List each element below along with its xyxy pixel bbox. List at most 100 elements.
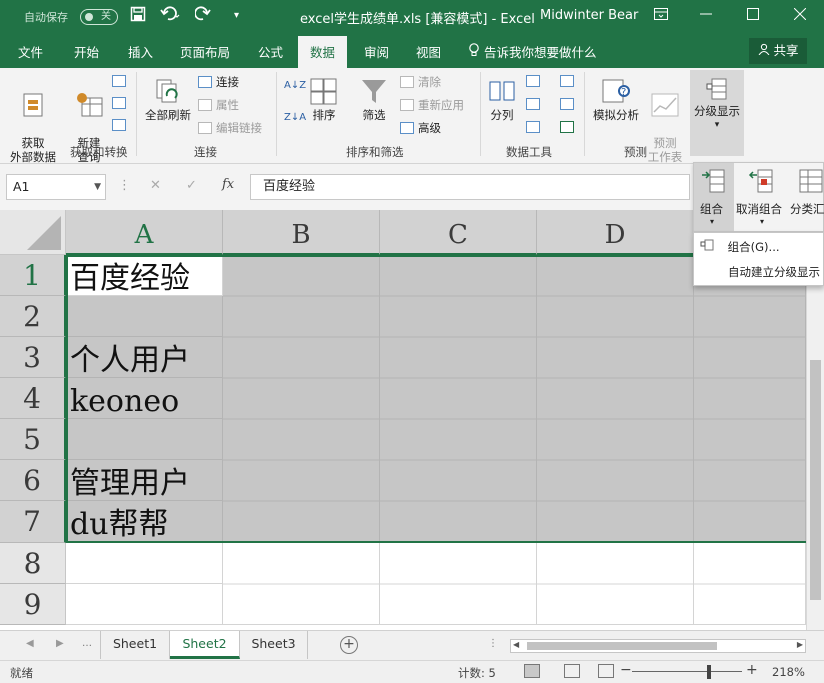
insert-function-icon[interactable]: fx xyxy=(222,177,234,192)
remove-duplicates-icon[interactable] xyxy=(526,97,544,111)
chevron-down-icon[interactable]: ▼ xyxy=(94,175,101,199)
cancel-icon[interactable]: ✕ xyxy=(150,178,161,193)
advanced-filter-button[interactable]: 高级 xyxy=(400,120,441,136)
reapply-button[interactable]: 重新应用 xyxy=(400,97,464,113)
group-button[interactable]: 组合 ▾ xyxy=(694,163,734,231)
maximize-button[interactable] xyxy=(738,4,768,28)
relationships-icon[interactable] xyxy=(560,97,578,111)
share-button[interactable]: 共享 xyxy=(749,38,807,64)
column-header-a[interactable]: A xyxy=(66,210,223,255)
user-name[interactable]: Midwinter Bear xyxy=(540,8,638,23)
redo-icon[interactable] xyxy=(194,6,215,26)
tell-me-box[interactable]: 告诉我你想要做什么 xyxy=(468,42,597,61)
forecast-icon xyxy=(651,93,679,117)
scroll-thumb[interactable] xyxy=(527,642,717,650)
edit-links-button[interactable]: 编辑链接 xyxy=(198,120,262,136)
column-header-c[interactable]: C xyxy=(380,210,537,255)
row-header-4[interactable]: 4 xyxy=(0,378,66,419)
row-header-9[interactable]: 9 xyxy=(0,584,66,625)
menu-item-group[interactable]: 组合(G)... xyxy=(700,239,780,255)
horizontal-scrollbar[interactable]: ◀ ▶ xyxy=(510,639,806,653)
autosave-toggle[interactable]: 关 xyxy=(80,9,118,25)
formula-input[interactable]: 百度经验 xyxy=(250,174,690,200)
cell-a1[interactable]: 百度经验 xyxy=(66,255,223,296)
get-external-data-button[interactable]: 获取 外部数据 xyxy=(4,76,62,164)
normal-view-button[interactable] xyxy=(524,664,540,678)
clear-filter-button[interactable]: 清除 xyxy=(400,74,441,90)
zoom-level[interactable]: 218% xyxy=(772,665,805,679)
column-header-b[interactable]: B xyxy=(223,210,380,255)
tab-data[interactable]: 数据 xyxy=(298,36,348,68)
what-if-analysis-button[interactable]: ? 模拟分析 xyxy=(588,76,644,122)
scroll-thumb[interactable] xyxy=(810,360,821,600)
sort-button[interactable]: 排序 xyxy=(306,76,342,122)
ungroup-button[interactable]: 取消组合 ▾ xyxy=(736,163,788,231)
row-header-6[interactable]: 6 xyxy=(0,460,66,501)
row-header-1[interactable]: 1 xyxy=(0,255,66,296)
cell-a8[interactable] xyxy=(66,543,223,584)
tab-review[interactable]: 审阅 xyxy=(364,42,389,61)
tab-view[interactable]: 视图 xyxy=(416,42,441,61)
zoom-out-button[interactable]: − xyxy=(620,662,632,678)
row-header-3[interactable]: 3 xyxy=(0,337,66,378)
scroll-right-icon[interactable]: ▶ xyxy=(797,640,803,649)
zoom-slider-thumb[interactable] xyxy=(706,665,711,679)
page-layout-view-button[interactable] xyxy=(564,664,580,678)
cell-a5[interactable] xyxy=(66,419,223,460)
tab-home[interactable]: 开始 xyxy=(74,42,99,61)
prev-sheet-icon[interactable]: ◀ xyxy=(26,638,34,649)
sort-ascending-icon[interactable]: A↓Z xyxy=(284,80,306,91)
consolidate-icon[interactable] xyxy=(560,74,578,88)
sheet-tab-sheet3[interactable]: Sheet3 xyxy=(240,631,308,659)
cell-a9[interactable] xyxy=(66,584,223,625)
cell-a7[interactable]: du帮帮 xyxy=(66,501,223,543)
more-sheets-icon[interactable]: … xyxy=(82,638,92,649)
refresh-all-button[interactable]: 全部刷新 xyxy=(140,76,196,122)
ribbon-display-options-icon[interactable] xyxy=(646,4,676,28)
subtotal-button[interactable]: 分类汇 xyxy=(790,163,824,231)
cell-a2[interactable] xyxy=(66,296,223,337)
column-header-d[interactable]: D xyxy=(537,210,694,255)
sheet-tab-sheet1[interactable]: Sheet1 xyxy=(100,631,170,659)
cell-a6[interactable]: 管理用户 xyxy=(66,460,223,501)
show-queries-icon[interactable] xyxy=(112,74,130,88)
from-table-icon[interactable] xyxy=(112,96,130,110)
filter-button[interactable]: 筛选 xyxy=(356,76,392,122)
sort-descending-icon[interactable]: Z↓A xyxy=(284,112,306,123)
text-to-columns-button[interactable]: 分列 xyxy=(484,76,520,122)
manage-data-model-icon[interactable] xyxy=(560,120,578,134)
row-header-5[interactable]: 5 xyxy=(0,419,66,460)
next-sheet-icon[interactable]: ▶ xyxy=(56,638,64,649)
close-button[interactable] xyxy=(785,4,815,28)
row-header-7[interactable]: 7 xyxy=(0,501,66,543)
minimize-button[interactable] xyxy=(691,4,721,28)
zoom-in-button[interactable]: + xyxy=(746,662,758,678)
forecast-sheet-button[interactable]: 预测 工作表 xyxy=(644,76,686,164)
name-box[interactable]: A1 ▼ xyxy=(6,174,106,200)
row-header-2[interactable]: 2 xyxy=(0,296,66,337)
row-header-8[interactable]: 8 xyxy=(0,543,66,584)
tab-insert[interactable]: 插入 xyxy=(128,42,153,61)
connections-button[interactable]: 连接 xyxy=(198,74,239,90)
enter-icon[interactable]: ✓ xyxy=(186,178,197,193)
tab-page-layout[interactable]: 页面布局 xyxy=(180,42,230,61)
outline-button[interactable]: 分级显示 ▾ xyxy=(690,70,744,156)
sheet-tab-sheet2[interactable]: Sheet2 xyxy=(170,631,240,659)
properties-button[interactable]: 属性 xyxy=(198,97,239,113)
cell-a4[interactable]: keoneo xyxy=(66,378,223,419)
cell-a3[interactable]: 个人用户 xyxy=(66,337,223,378)
zoom-slider[interactable] xyxy=(632,671,742,672)
page-break-view-button[interactable] xyxy=(598,664,614,678)
tab-file[interactable]: 文件 xyxy=(18,42,43,61)
undo-icon[interactable] xyxy=(160,6,180,26)
data-validation-icon[interactable] xyxy=(526,120,544,134)
add-sheet-button[interactable]: + xyxy=(340,636,358,654)
menu-item-auto-outline[interactable]: 自动建立分级显示 xyxy=(728,264,820,280)
customize-qat-icon[interactable]: ▾ xyxy=(234,10,239,21)
flash-fill-icon[interactable] xyxy=(526,74,544,88)
save-icon[interactable] xyxy=(130,6,146,26)
tab-formulas[interactable]: 公式 xyxy=(258,42,283,61)
select-all-button[interactable] xyxy=(0,210,66,255)
scroll-left-icon[interactable]: ◀ xyxy=(513,640,519,649)
recent-sources-icon[interactable] xyxy=(112,118,130,132)
